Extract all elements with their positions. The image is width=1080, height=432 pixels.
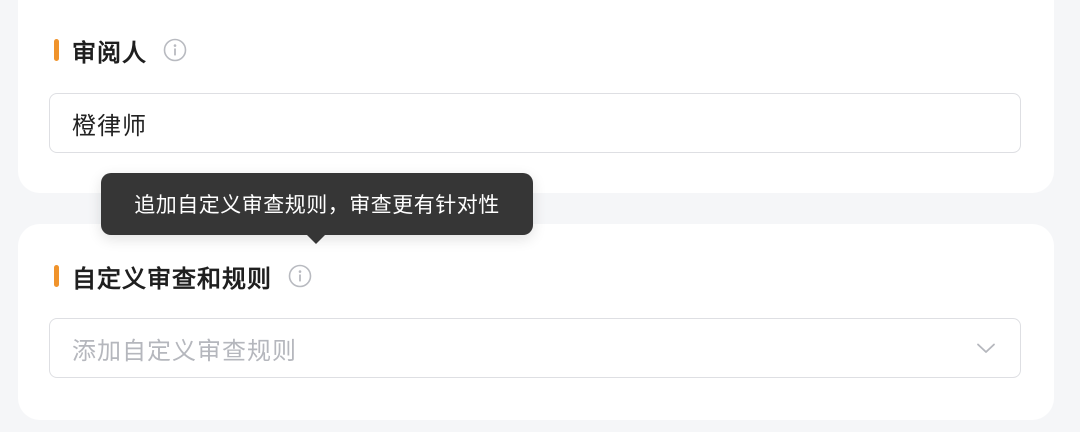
custom-rules-select[interactable]: 添加自定义审查规则 xyxy=(49,318,1021,378)
tooltip-text: 追加自定义审查规则，审查更有针对性 xyxy=(134,193,500,217)
info-circle-icon[interactable] xyxy=(163,38,187,62)
section-accent-bar xyxy=(54,265,59,287)
info-tooltip: 追加自定义审查规则，审查更有针对性 xyxy=(101,173,533,244)
reviewer-section-header: 审阅人 xyxy=(54,33,187,67)
custom-rules-card: 自定义审查和规则 添加自定义审查规则 xyxy=(18,224,1054,420)
custom-rules-title: 自定义审查和规则 xyxy=(72,264,272,293)
reviewer-input[interactable]: 橙律师 xyxy=(49,93,1021,153)
tooltip-arrow xyxy=(306,234,326,244)
reviewer-title: 审阅人 xyxy=(72,38,147,67)
chevron-down-icon[interactable] xyxy=(974,336,998,360)
custom-rules-placeholder: 添加自定义审查规则 xyxy=(72,336,297,365)
info-circle-icon[interactable] xyxy=(288,264,312,288)
section-accent-bar xyxy=(54,39,59,61)
reviewer-card: 审阅人 橙律师 xyxy=(18,0,1054,193)
custom-rules-section-header: 自定义审查和规则 xyxy=(54,259,312,293)
reviewer-value: 橙律师 xyxy=(72,111,147,140)
